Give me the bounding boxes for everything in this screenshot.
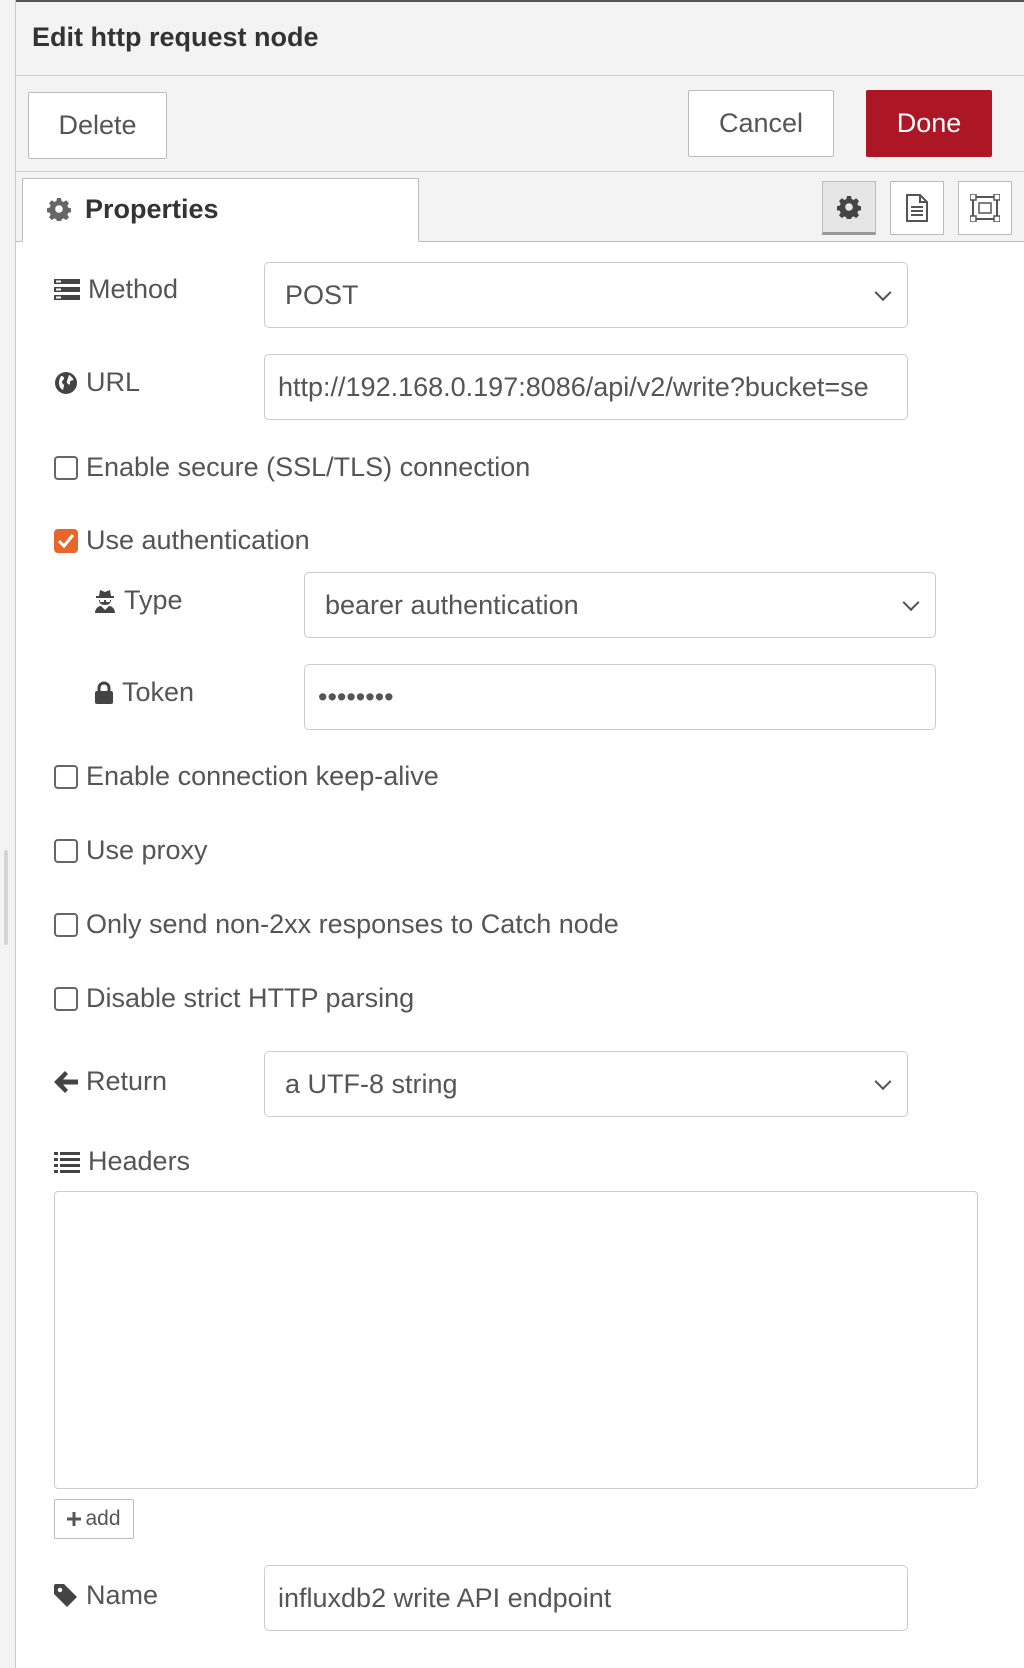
proxy-checkbox-row[interactable]: Use proxy [54,835,208,866]
method-select[interactable]: POST [264,262,908,328]
token-label: Token [122,677,195,707]
tab-properties[interactable]: Properties [22,178,419,242]
cancel-button[interactable]: Cancel [688,90,834,157]
headers-label-row: Headers [54,1146,190,1177]
add-header-label: add [85,1507,121,1530]
auth-checkbox-row[interactable]: Use authentication [54,525,310,556]
strict-parsing-checkbox-row[interactable]: Disable strict HTTP parsing [54,983,414,1014]
headers-label: Headers [88,1146,191,1176]
tasks-icon [54,278,80,301]
dialog-title: Edit http request node [32,22,319,52]
tab-appearance[interactable] [958,181,1012,235]
keepalive-label: Enable connection keep-alive [86,761,439,791]
left-edge [0,0,16,1668]
list-icon [54,1151,80,1173]
return-label: Return [86,1066,168,1096]
return-select[interactable]: a UTF-8 string [264,1051,908,1117]
non2xx-checkbox-row[interactable]: Only send non-2xx responses to Catch nod… [54,909,619,940]
tray-header: Edit http request node [16,2,1024,76]
add-header-button[interactable]: add [54,1499,134,1539]
proxy-label: Use proxy [86,835,208,865]
globe-icon [54,371,78,395]
ssl-checkbox-row[interactable]: Enable secure (SSL/TLS) connection [54,452,530,483]
frame-icon [970,194,1000,222]
keepalive-checkbox-row[interactable]: Enable connection keep-alive [54,761,439,792]
tab-settings[interactable] [822,181,876,235]
user-secret-icon [94,589,116,613]
edit-tray: Edit http request node Delete Cancel Don… [16,0,1024,1668]
delete-button[interactable]: Delete [28,92,167,159]
done-button[interactable]: Done [866,90,992,157]
name-label-row: Name [54,1580,158,1611]
headers-list[interactable] [54,1191,978,1489]
gear-icon [837,195,861,219]
strict-parsing-label: Disable strict HTTP parsing [86,983,415,1013]
name-label: Name [86,1580,159,1610]
non2xx-label: Only send non-2xx responses to Catch nod… [86,909,619,939]
token-label-row: Token [94,677,194,708]
url-input[interactable]: http://192.168.0.197:8086/api/v2/write?b… [264,354,908,420]
plus-icon [67,1512,82,1526]
method-label: Method [88,274,179,304]
return-label-row: Return [54,1066,167,1097]
gear-icon [47,197,71,221]
arrow-left-icon [54,1070,78,1093]
url-label-row: URL [54,367,140,398]
auth-label: Use authentication [86,525,310,555]
strict-parsing-checkbox[interactable] [54,986,78,1011]
tabs-bar: Properties [16,172,1024,242]
name-input[interactable]: influxdb2 write API endpoint [264,1565,908,1631]
non2xx-checkbox[interactable] [54,912,78,937]
token-input[interactable]: •••••••• [304,664,936,730]
auth-type-select[interactable]: bearer authentication [304,572,936,638]
lock-icon [94,681,114,705]
ssl-checkbox[interactable] [54,455,78,480]
auth-type-label-row: Type [94,585,183,616]
proxy-checkbox[interactable] [54,838,78,863]
tag-icon [54,1583,78,1608]
method-label-row: Method [54,274,178,305]
tab-properties-label: Properties [85,194,219,224]
auth-type-label: Type [124,585,183,615]
tab-description[interactable] [890,181,944,235]
keepalive-checkbox[interactable] [54,764,78,789]
document-icon [905,194,929,222]
checkmark-icon [57,533,75,548]
resize-handle[interactable] [4,850,8,945]
url-label: URL [86,367,141,397]
auth-checkbox[interactable] [54,528,78,553]
tray-toolbar: Delete Cancel Done [16,76,1024,172]
ssl-label: Enable secure (SSL/TLS) connection [86,452,531,482]
